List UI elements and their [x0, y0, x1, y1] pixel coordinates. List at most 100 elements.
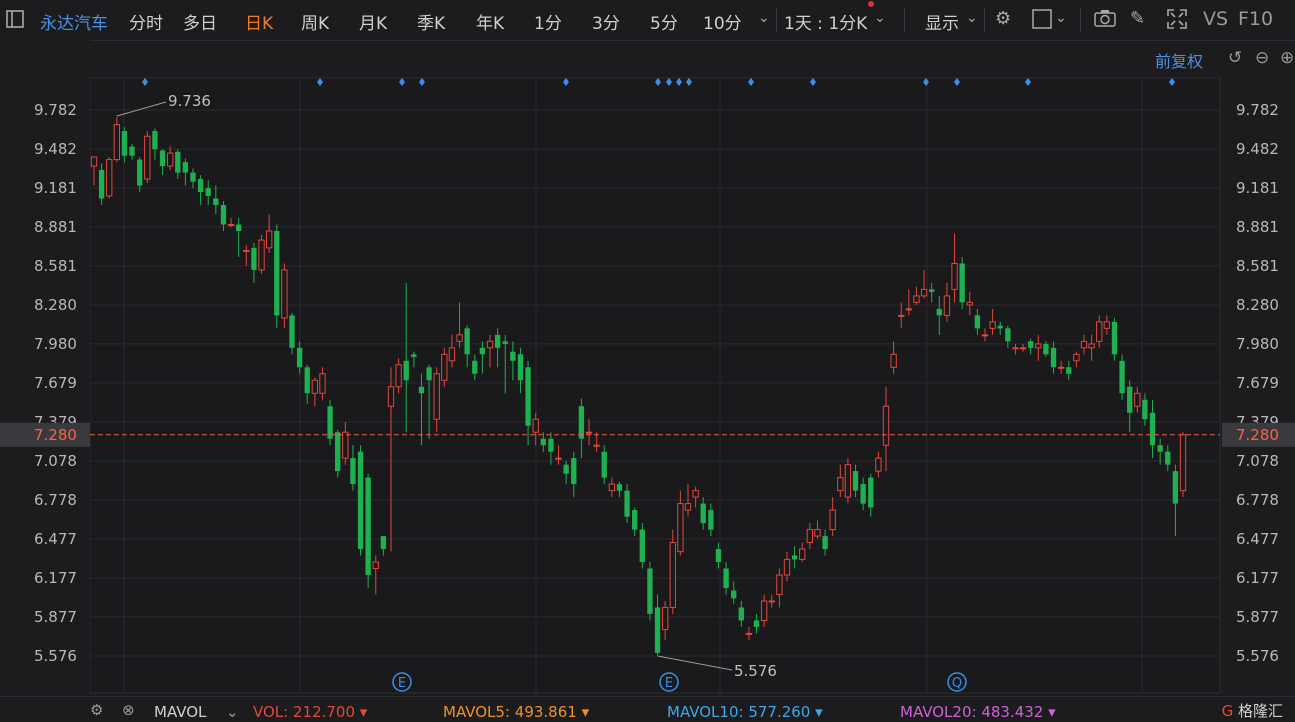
candle-body-down — [121, 131, 128, 156]
candle-body-down — [1111, 321, 1118, 355]
candle-body-down — [540, 438, 546, 446]
y-tick-label-left: 6.477 — [34, 530, 77, 548]
candle-body-up — [433, 373, 440, 420]
candle-body-up — [227, 223, 235, 226]
gear-icon[interactable]: ⚙ — [90, 701, 103, 719]
candle-body-down — [251, 247, 257, 270]
candle-body-up — [783, 558, 791, 576]
candle-body-down — [213, 198, 219, 206]
candle-body-down — [296, 347, 303, 368]
candle-body-up — [951, 262, 958, 290]
candle-body-down — [1157, 445, 1163, 452]
candle-body-down — [1043, 343, 1049, 355]
y-tick-label-left: 8.881 — [34, 218, 77, 236]
candle-body-up — [1103, 321, 1111, 329]
candle-body-up — [456, 334, 463, 342]
candle-body-up — [372, 561, 379, 570]
candle-body-up — [387, 386, 395, 407]
candle-body-up — [837, 477, 844, 492]
candle-body-down — [738, 607, 744, 621]
vol-legend-item: VOL: 212.700 ▾ — [253, 703, 368, 721]
candle-body-down — [616, 484, 623, 491]
candle-body-up — [1096, 321, 1103, 342]
candle-body-down — [479, 347, 486, 355]
candle-body-down — [137, 159, 143, 186]
candle-body-up — [943, 295, 951, 316]
candle-body-up — [1073, 353, 1080, 362]
candle-body-down — [959, 263, 965, 303]
y-tick-label-left: 7.679 — [34, 374, 77, 392]
candle-body-up — [898, 314, 905, 317]
chevron-down-icon[interactable]: ⌄ — [226, 703, 239, 721]
candle-body-up — [1057, 366, 1065, 369]
candle-body-up — [144, 135, 151, 180]
candle-body-down — [1050, 347, 1057, 368]
candle-body-down — [1142, 399, 1148, 420]
candle-body-down — [411, 354, 417, 357]
candle-body-down — [304, 367, 310, 394]
candle-body-down — [1172, 471, 1179, 504]
candle-body-down — [350, 458, 356, 485]
candle-body-up — [1035, 343, 1042, 349]
candle-body-down — [182, 162, 189, 173]
candle-body-up — [905, 308, 913, 311]
candle-body-down — [289, 315, 295, 348]
vol-legend-item: MAVOL5: 493.861 ▾ — [443, 703, 590, 721]
candle-body-down — [974, 315, 981, 329]
y-tick-label-left: 7.980 — [34, 335, 77, 353]
indicator-name[interactable]: MAVOL — [154, 703, 206, 721]
candle-body-down — [335, 432, 341, 472]
candle-body-down — [274, 230, 280, 316]
candle-body-down — [525, 367, 531, 426]
candle-body-down — [700, 503, 706, 524]
candle-body-down — [98, 169, 105, 199]
candle-body-down — [159, 150, 166, 167]
candle-body-down — [1165, 451, 1171, 465]
close-icon[interactable]: ⊗ — [122, 701, 135, 719]
candle-body-up — [342, 431, 349, 459]
candle-body-up — [1134, 392, 1141, 407]
candle-body-up — [844, 464, 852, 498]
candle-body-up — [913, 295, 920, 303]
candle-body-down — [624, 490, 630, 517]
y-tick-label-left: 7.078 — [34, 452, 77, 470]
event-badge-label: Q — [952, 676, 962, 691]
candle-body-up — [1088, 343, 1095, 349]
candle-body-down — [601, 451, 607, 478]
current-price-label-left: 7.280 — [34, 426, 77, 444]
candle-body-down — [1149, 412, 1156, 446]
candlestick-chart[interactable]: 9.782 9.782 9.482 9.482 9.181 9.181 8.881 8.881… — [0, 0, 1295, 720]
candle-body-down — [647, 568, 653, 614]
candle-body-up — [768, 600, 775, 603]
y-tick-label-left: 6.778 — [34, 491, 77, 509]
candle-body-down — [517, 354, 524, 381]
candle-body-down — [753, 620, 760, 627]
y-tick-label-right: 7.679 — [1236, 374, 1279, 392]
candle-body-down — [548, 438, 554, 452]
candle-body-down — [403, 360, 409, 381]
candle-body-down — [1119, 360, 1125, 394]
candle-body-down — [929, 289, 935, 292]
y-tick-label-left: 6.177 — [34, 569, 77, 587]
candle-body-up — [920, 288, 928, 297]
candle-body-down — [380, 536, 387, 550]
candle-body-up — [989, 321, 996, 329]
candle-body-up — [319, 373, 326, 394]
candle-body-up — [661, 606, 669, 631]
candle-body-down — [510, 351, 516, 361]
event-badge-label: E — [398, 676, 406, 691]
y-tick-label-right: 7.078 — [1236, 452, 1279, 470]
y-tick-label-right: 5.877 — [1236, 608, 1279, 626]
candle-body-down — [708, 510, 714, 530]
y-tick-label-right: 9.181 — [1236, 179, 1279, 197]
candle-body-down — [791, 555, 798, 560]
low-marker-label: 5.576 — [734, 662, 777, 680]
candle-body-up — [745, 632, 753, 635]
candle-body-up — [1080, 340, 1088, 349]
candle-body-up — [166, 152, 174, 167]
candle-body-down — [997, 325, 1003, 329]
candle-body-down — [715, 549, 722, 563]
candle-body-down — [731, 590, 737, 599]
candle-body-down — [236, 224, 242, 231]
candle-body-down — [502, 341, 508, 344]
